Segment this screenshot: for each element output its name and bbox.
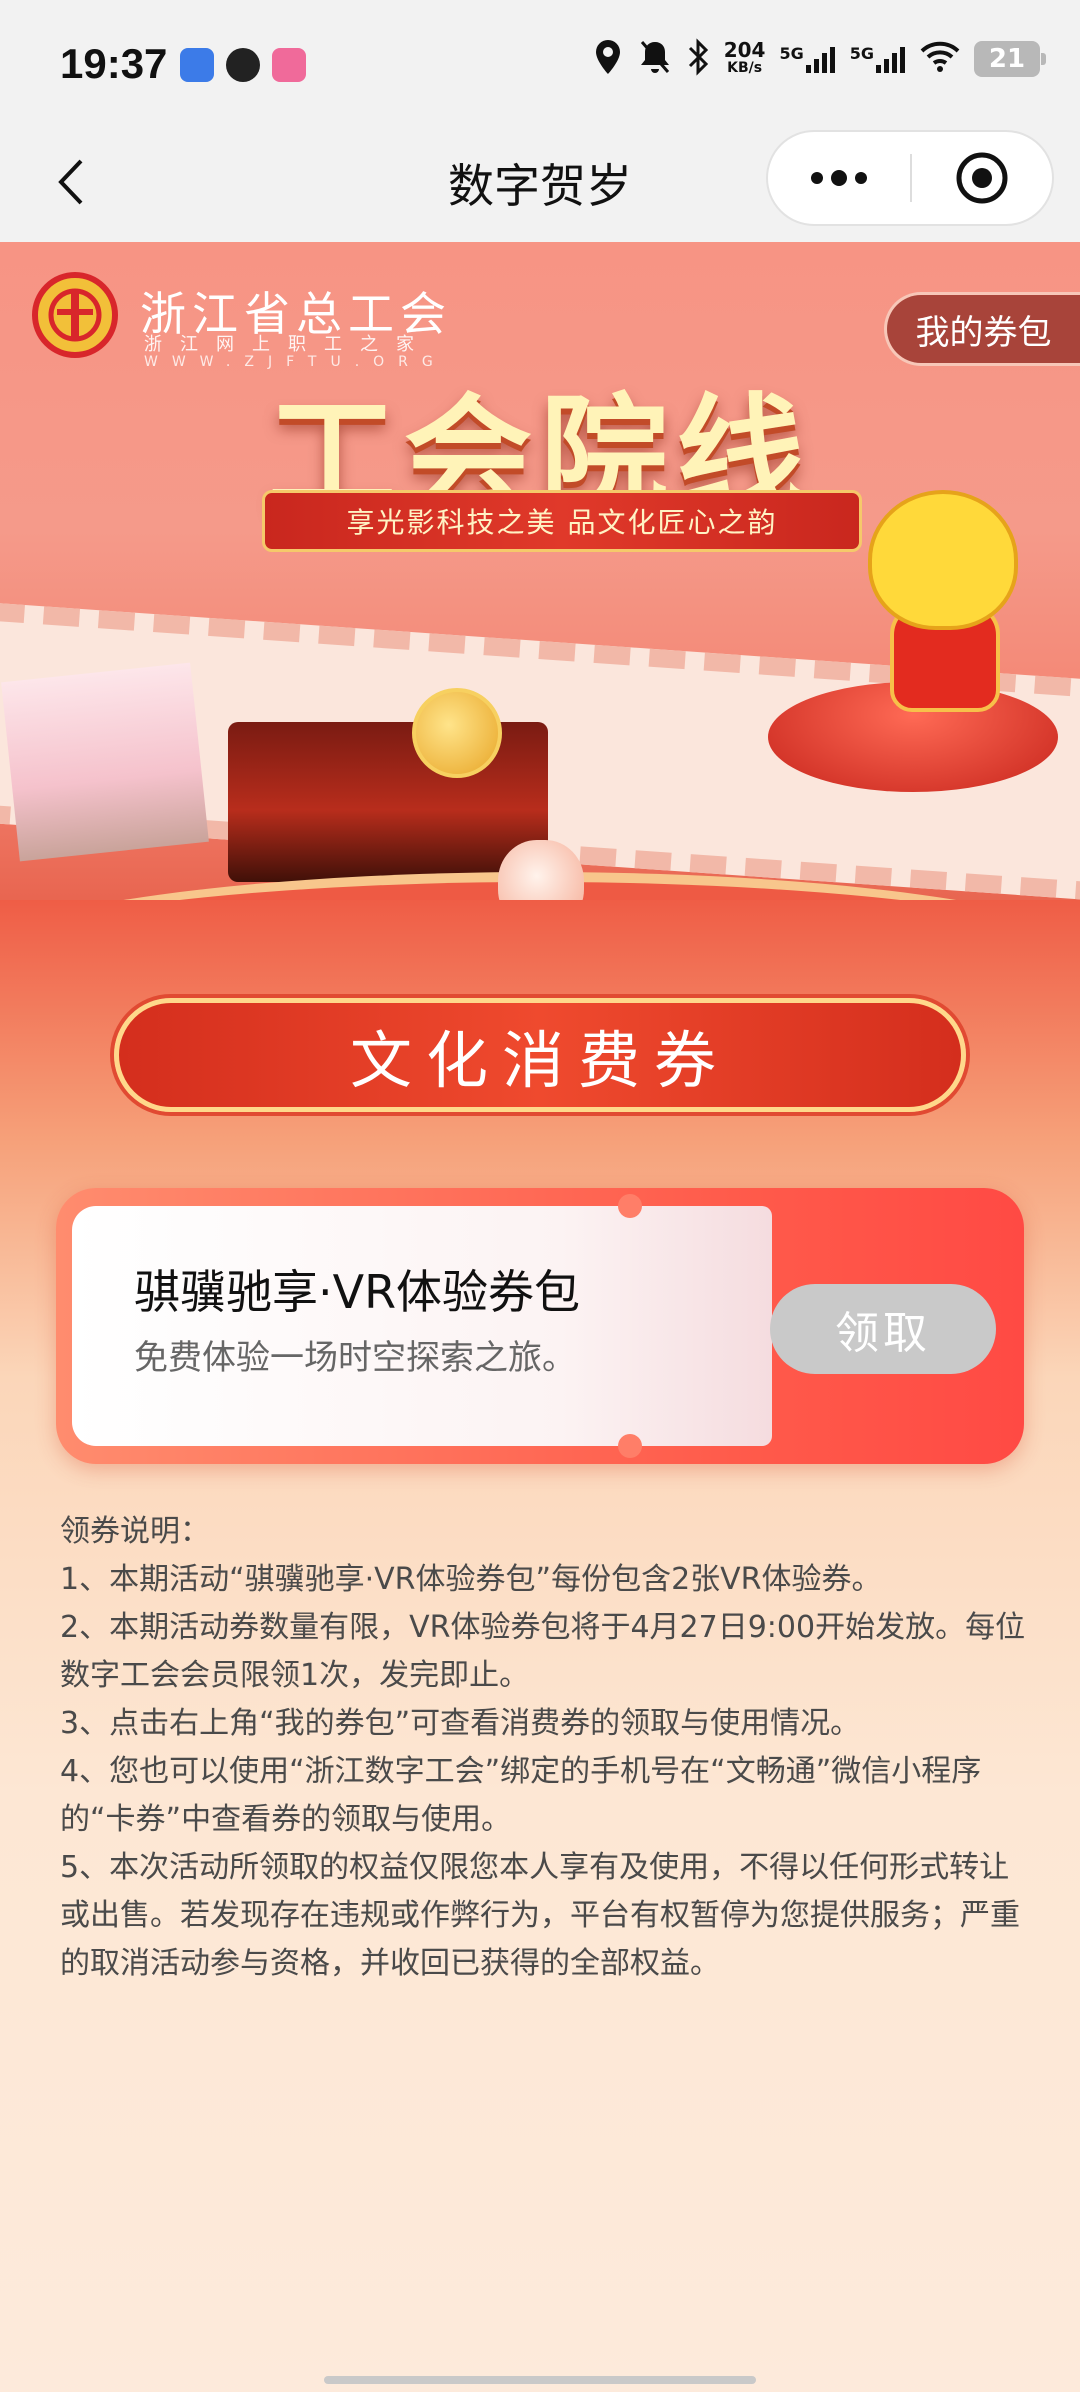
rule-item: 1、本期活动“骐骥驰享·VR体验券包”每份包含2张VR体验券。 (60, 1562, 882, 1597)
ticket-notch-bottom (618, 1434, 642, 1458)
coupon-info-panel: 骐骥驰享·VR体验券包 免费体验一场时空探索之旅。 (72, 1206, 772, 1446)
rule-item: 2、本期活动券数量有限，VR体验券包将于4月27日9:00开始发放。每位数字工会… (60, 1610, 1026, 1693)
battery-indicator: 21 (974, 41, 1046, 77)
target-close-icon (956, 152, 1008, 204)
coupon-name: 骐骥驰享·VR体验券包 (134, 1265, 581, 1319)
ticket-notch-top (618, 1194, 642, 1218)
more-button[interactable] (768, 132, 910, 224)
union-logo-icon (32, 272, 118, 358)
nav-bar: 数字贺岁 (0, 130, 1080, 242)
network-speed: 204 KB/s (723, 38, 766, 76)
signal-2: 5G (850, 45, 906, 73)
gold-coin-decoration (412, 688, 502, 778)
rule-item: 3、点击右上角“我的券包”可查看消费券的领取与使用情况。 (60, 1706, 861, 1741)
signal-bars-icon (876, 47, 905, 73)
signal-bars-icon (805, 47, 835, 73)
more-dots-icon (811, 170, 867, 186)
status-indicators: 204 KB/s 5G 5G 21 (592, 38, 1046, 80)
coupon-card: 骐骥驰享·VR体验券包 免费体验一场时空探索之旅。 领取 (56, 1188, 1024, 1464)
signal-1: 5G (779, 45, 835, 73)
wifi-icon (920, 41, 960, 77)
status-time: 19:37 (60, 40, 168, 87)
plum-blossom-photo (1, 662, 209, 862)
hero-banner: 浙江省总工会 浙江网上职工之家 WWW.ZJFTU.ORG 我的券包 工会院线 … (0, 242, 1080, 962)
status-bar: 19:37 204 KB/s 5G 5G 21 (0, 0, 1080, 130)
rule-item: 4、您也可以使用“浙江数字工会”绑定的手机号在“文畅通”微信小程序的“卡券”中查… (60, 1754, 982, 1837)
mute-icon (638, 39, 672, 79)
miniprogram-capsule (766, 130, 1054, 226)
coupon-rules: 领券说明： 1、本期活动“骐骥驰享·VR体验券包”每份包含2张VR体验券。 2、… (60, 1508, 1030, 1988)
home-indicator[interactable] (324, 2376, 756, 2384)
message-app-icon (180, 48, 214, 82)
section-title: 文化消费券 (114, 998, 966, 1112)
banner-slogan: 享光影科技之美 品文化匠心之韵 (262, 490, 862, 552)
rules-heading: 领券说明： (60, 1514, 210, 1549)
location-icon (592, 38, 624, 80)
rule-item: 5、本次活动所领取的权益仅限您本人享有及使用，不得以任何形式转让或出售。若发现存… (60, 1850, 1020, 1981)
qq-icon (226, 48, 260, 82)
bluetooth-icon (686, 38, 710, 80)
claim-button[interactable]: 领取 (770, 1284, 996, 1374)
close-miniprogram-button[interactable] (912, 132, 1052, 224)
bilibili-icon (272, 48, 306, 82)
coupon-description: 免费体验一场时空探索之旅。 (134, 1338, 576, 1378)
